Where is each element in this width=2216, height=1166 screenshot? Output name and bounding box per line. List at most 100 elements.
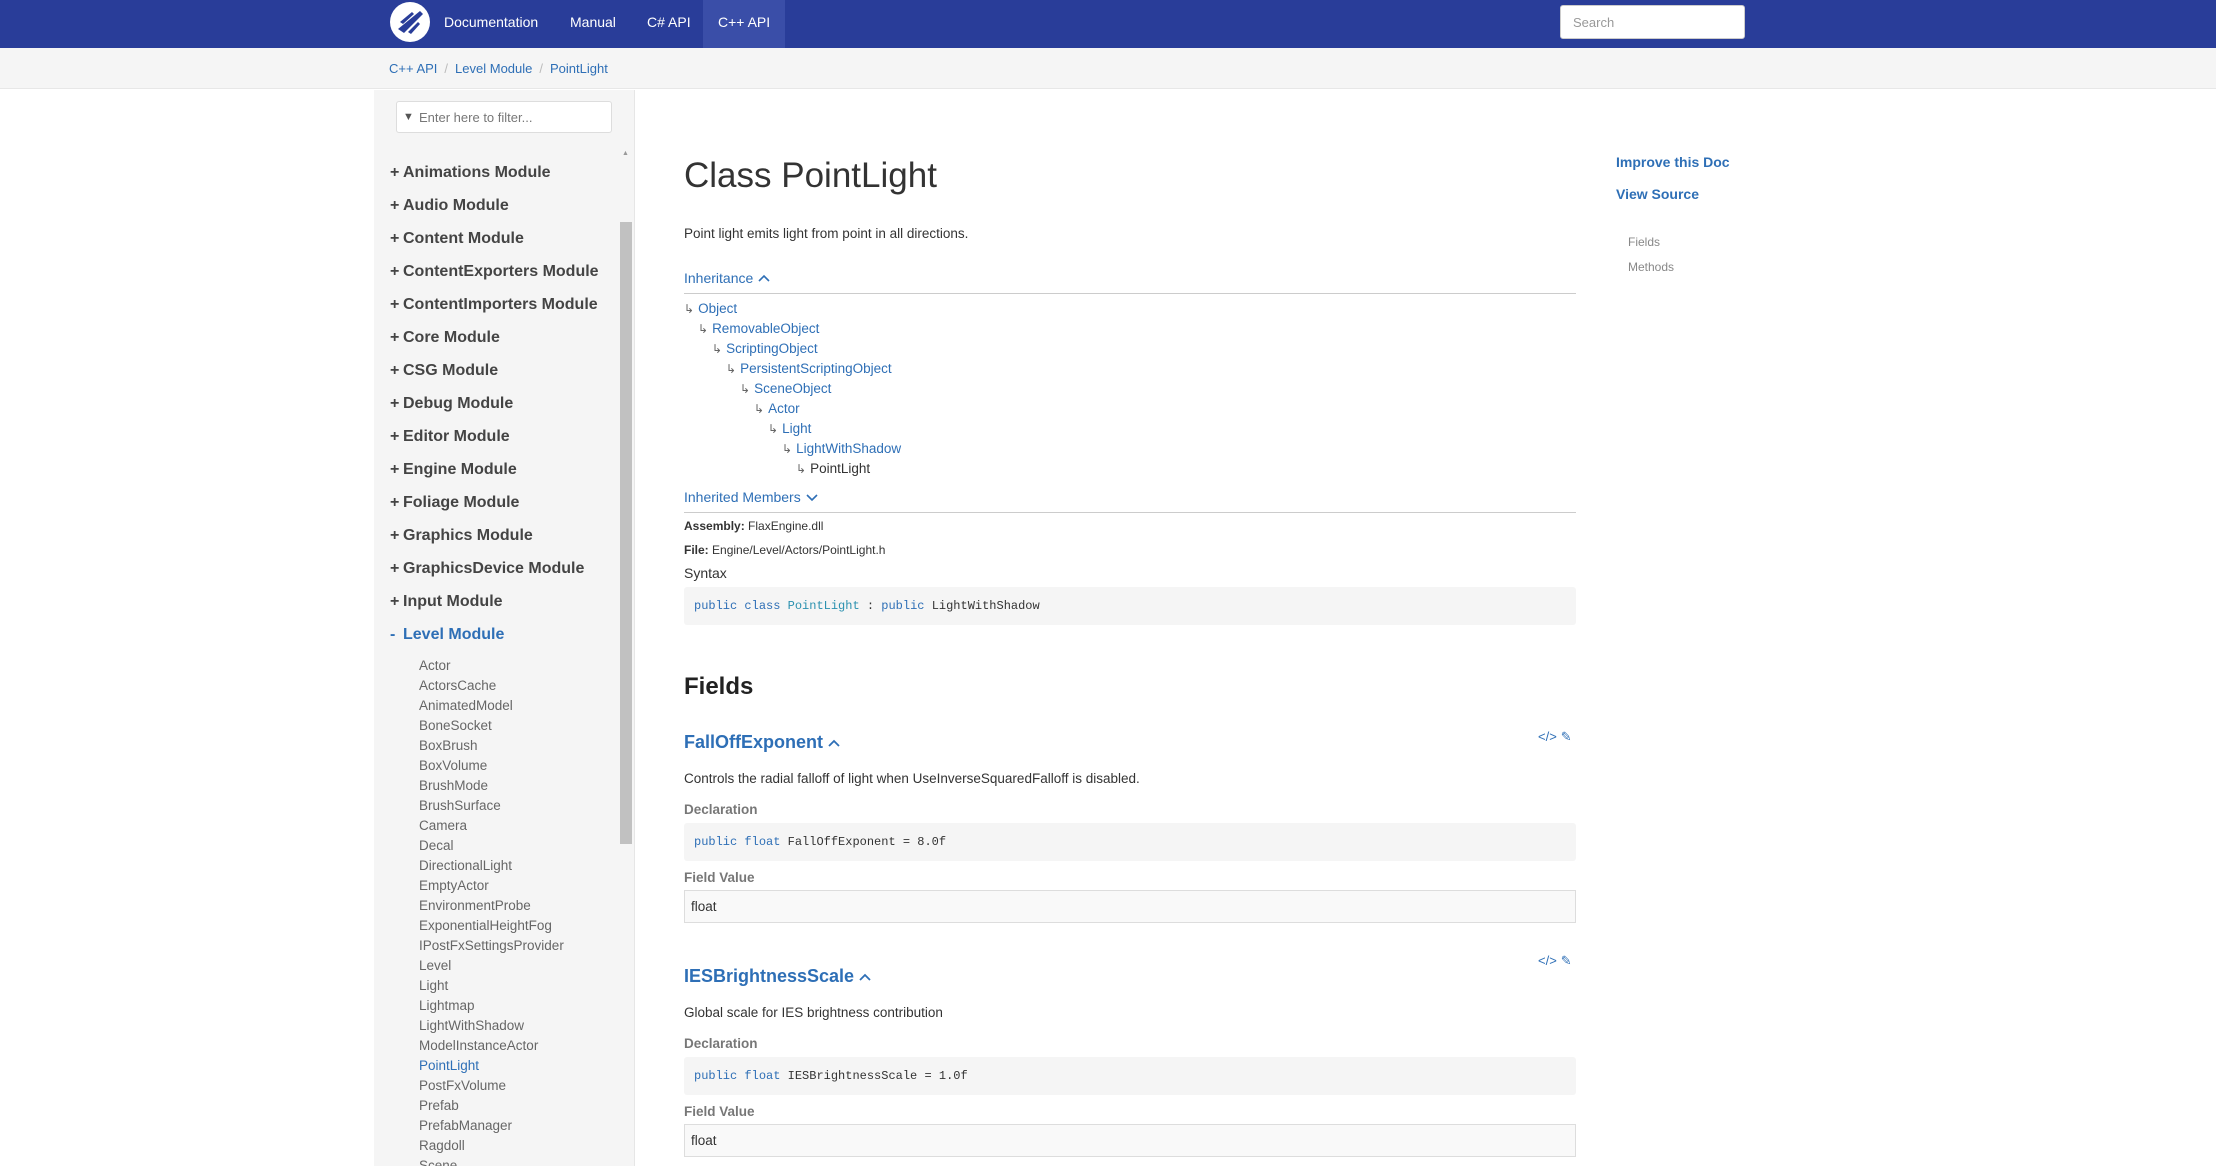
nav-manual[interactable]: Manual (555, 0, 631, 48)
inheritance-link[interactable]: RemovableObject (712, 321, 819, 336)
toc-item[interactable]: Ragdoll (390, 1136, 618, 1156)
scrollbar-thumb[interactable] (620, 222, 632, 844)
toc-module[interactable]: + Core Module (390, 321, 618, 354)
inheritance-link[interactable]: Actor (768, 401, 800, 416)
inherited-members-toggle[interactable]: Inherited Members (684, 489, 801, 505)
expand-sign: + (390, 263, 400, 280)
toc-module[interactable]: + Animations Module (390, 156, 618, 189)
sidebar-scrollbar[interactable]: ▲ (619, 150, 632, 1166)
toc-item-active[interactable]: PointLight (390, 1056, 618, 1076)
view-source-link[interactable]: View Source (1616, 186, 1699, 202)
sidebar: ▼ +Animations Module +Audio Module +Cont… (374, 90, 635, 1166)
pencil-icon[interactable]: ✎ (1561, 953, 1572, 968)
code-punct: : (866, 599, 875, 613)
nav-documentation[interactable]: Documentation (429, 0, 553, 48)
toc-module-label: Editor Module (403, 428, 510, 445)
toc-item[interactable]: BrushMode (390, 776, 618, 796)
toc-item[interactable]: Scene (390, 1156, 618, 1166)
toc-module[interactable]: + Foliage Module (390, 486, 618, 519)
declaration-label: Declaration (684, 1036, 758, 1051)
breadcrumb-level-module[interactable]: Level Module (455, 61, 532, 76)
toc-module[interactable]: + Audio Module (390, 189, 618, 222)
breadcrumb-pointlight[interactable]: PointLight (550, 61, 608, 76)
toc-module-label: Foliage Module (403, 494, 520, 511)
chevron-up-icon[interactable] (858, 970, 872, 984)
nav-csharp-api[interactable]: C# API (632, 0, 706, 48)
assembly-value: FlaxEngine.dll (748, 519, 824, 533)
field-name[interactable]: FallOffExponent (684, 732, 823, 752)
toc-item[interactable]: BoxBrush (390, 736, 618, 756)
toc-item[interactable]: Level (390, 956, 618, 976)
toc-item[interactable]: ActorsCache (390, 676, 618, 696)
toc-module[interactable]: + Debug Module (390, 387, 618, 420)
toc-item[interactable]: DirectionalLight (390, 856, 618, 876)
toc-item[interactable]: Lightmap (390, 996, 618, 1016)
toc-module[interactable]: + Graphics Module (390, 519, 618, 552)
collapse-sign: - (390, 626, 396, 643)
toc-item[interactable]: ModelInstanceActor (390, 1036, 618, 1056)
inheritance-header[interactable]: Inheritance (684, 270, 1576, 294)
toc-item[interactable]: Camera (390, 816, 618, 836)
improve-doc-link[interactable]: Improve this Doc (1616, 154, 1730, 170)
toc-item[interactable]: Actor (390, 656, 618, 676)
chevron-up-icon[interactable] (827, 736, 841, 750)
toc-item[interactable]: Decal (390, 836, 618, 856)
code-icon[interactable]: </> (1538, 729, 1557, 744)
affix-methods-link[interactable]: Methods (1628, 260, 1674, 274)
tree-arrow-icon: ↳ (796, 462, 807, 476)
inheritance-item: ↳ PointLight (796, 459, 870, 479)
class-summary: Point light emits light from point in al… (684, 226, 969, 241)
field-title[interactable]: FallOffExponent (684, 732, 841, 753)
filter-input[interactable] (419, 102, 609, 132)
field-title[interactable]: IESBrightnessScale (684, 966, 872, 987)
toc-module[interactable]: + ContentExporters Module (390, 255, 618, 288)
toc-item[interactable]: BoneSocket (390, 716, 618, 736)
inheritance-link[interactable]: Object (698, 301, 737, 316)
field-value-type: float (684, 1124, 1576, 1157)
toc-item[interactable]: EmptyActor (390, 876, 618, 896)
inheritance-link[interactable]: Light (782, 421, 811, 436)
toc-item[interactable]: PostFxVolume (390, 1076, 618, 1096)
inheritance-link[interactable]: PersistentScriptingObject (740, 361, 892, 376)
flax-logo-icon[interactable] (390, 2, 430, 42)
breadcrumb-cpp-api[interactable]: C++ API (389, 61, 437, 76)
pencil-icon[interactable]: ✎ (1561, 729, 1572, 744)
toc-item[interactable]: EnvironmentProbe (390, 896, 618, 916)
toc-module-label: Level Module (403, 626, 505, 643)
search-input[interactable] (1560, 5, 1745, 39)
toc-item[interactable]: Light (390, 976, 618, 996)
toc-module-level-active[interactable]: - Level Module (390, 618, 618, 651)
affix-fields-link[interactable]: Fields (1628, 235, 1660, 249)
inheritance-link[interactable]: ScriptingObject (726, 341, 818, 356)
fields-heading: Fields (684, 673, 754, 700)
toc-item[interactable]: LightWithShadow (390, 1016, 618, 1036)
inheritance-toggle[interactable]: Inheritance (684, 270, 753, 286)
inheritance-item: ↳ PersistentScriptingObject (726, 359, 892, 379)
toc-item[interactable]: IPostFxSettingsProvider (390, 936, 618, 956)
scroll-up-arrow-icon[interactable]: ▲ (622, 150, 629, 157)
toc-item[interactable]: BrushSurface (390, 796, 618, 816)
field-name[interactable]: IESBrightnessScale (684, 966, 854, 986)
toc-module[interactable]: + GraphicsDevice Module (390, 552, 618, 585)
field-actions: </> ✎ (1534, 729, 1572, 745)
inherited-members-header[interactable]: Inherited Members (684, 489, 1576, 513)
inheritance-link[interactable]: SceneObject (754, 381, 831, 396)
toc-module[interactable]: + Engine Module (390, 453, 618, 486)
syntax-code: public class PointLight : public LightWi… (684, 587, 1576, 625)
toc-module[interactable]: + Content Module (390, 222, 618, 255)
toc-item[interactable]: ExponentialHeightFog (390, 916, 618, 936)
toc-item[interactable]: Prefab (390, 1096, 618, 1116)
code-icon[interactable]: </> (1538, 953, 1557, 968)
toc-module[interactable]: + CSG Module (390, 354, 618, 387)
toc-item[interactable]: BoxVolume (390, 756, 618, 776)
toc-module[interactable]: + Input Module (390, 585, 618, 618)
toc-item[interactable]: PrefabManager (390, 1116, 618, 1136)
toc-item[interactable]: AnimatedModel (390, 696, 618, 716)
toc-module[interactable]: + ContentImporters Module (390, 288, 618, 321)
toc-module[interactable]: + Editor Module (390, 420, 618, 453)
expand-sign: + (390, 230, 400, 247)
declaration-label: Declaration (684, 802, 758, 817)
nav-cpp-api[interactable]: C++ API (703, 0, 786, 48)
inheritance-link[interactable]: LightWithShadow (796, 441, 901, 456)
assembly-info: Assembly: FlaxEngine.dll (684, 519, 823, 533)
